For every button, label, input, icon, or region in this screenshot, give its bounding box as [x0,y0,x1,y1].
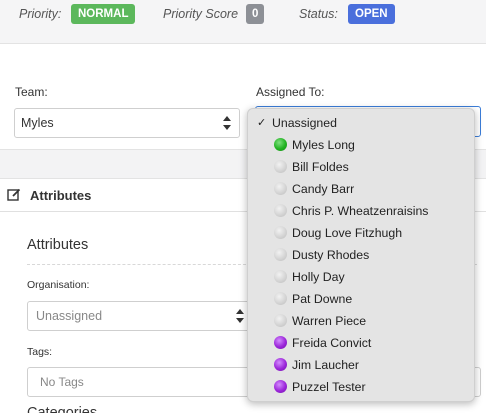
team-label: Team: [15,85,48,99]
option-user[interactable]: Bill Foldes [248,156,476,178]
option-label: Warren Piece [292,314,367,328]
option-label: Jim Laucher [292,358,359,372]
away-status-icon [274,336,287,349]
status-badge: OPEN [348,4,395,24]
organisation-select-value: Unassigned [36,309,103,323]
option-user[interactable]: Doug Love Fitzhugh [248,222,476,244]
option-label: Freida Convict [292,336,372,350]
offline-status-icon [274,248,287,261]
option-label: Puzzel Tester [292,380,366,394]
away-status-icon [274,358,287,371]
team-select[interactable]: Myles [14,108,240,138]
offline-status-icon [274,204,287,217]
offline-status-icon [274,182,287,195]
priority-score-badge: 0 [246,4,265,24]
offline-status-icon [274,314,287,327]
assigned-to-dropdown: ✓ Unassigned Myles Long Bill Foldes Cand… [247,108,475,402]
offline-status-icon [274,226,287,239]
option-label: Myles Long [292,138,355,152]
priority-score-label: Priority Score [163,7,239,21]
option-user[interactable]: Myles Long [248,134,476,156]
attributes-title: Attributes [27,237,89,253]
option-label: Bill Foldes [292,160,349,174]
checkmark-icon: ✓ [257,117,267,129]
option-label: Chris P. Wheatzenraisins [292,204,429,218]
offline-status-icon [274,292,287,305]
option-user[interactable]: Candy Barr [248,178,476,200]
priority-badge: NORMAL [71,4,136,24]
ticket-status-bar: Priority: NORMAL Priority Score 0 Status… [0,0,486,44]
categories-title: Categories [27,405,98,413]
option-user[interactable]: Puzzel Tester [248,376,476,398]
option-label: Holly Day [292,270,345,284]
priority-label: Priority: [19,7,62,21]
select-arrows-icon [235,309,245,323]
offline-status-icon [274,270,287,283]
online-status-icon [274,138,287,151]
option-user[interactable]: Dusty Rhodes [248,244,476,266]
option-label: Unassigned [272,116,337,130]
organisation-label: Organisation: [27,279,90,291]
team-select-value: Myles [21,116,54,130]
option-label: Doug Love Fitzhugh [292,226,403,240]
tags-placeholder: No Tags [40,375,84,389]
organisation-select[interactable]: Unassigned [27,301,253,331]
assigned-to-label: Assigned To: [256,85,325,99]
select-arrows-icon [222,116,232,130]
option-label: Pat Downe [292,292,353,306]
option-unassigned[interactable]: ✓ Unassigned [248,112,476,134]
option-user[interactable]: Jim Laucher [248,354,476,376]
option-user[interactable]: Freida Convict [248,332,476,354]
option-user[interactable]: Holly Day [248,266,476,288]
status-label: Status: [299,7,338,21]
option-label: Candy Barr [292,182,355,196]
option-user[interactable]: Chris P. Wheatzenraisins [248,200,476,222]
tags-label: Tags: [27,346,53,358]
offline-status-icon [274,160,287,173]
option-label: Dusty Rhodes [292,248,370,262]
option-user[interactable]: Warren Piece [248,310,476,332]
option-user[interactable]: Pat Downe [248,288,476,310]
attributes-header-title: Attributes [30,188,92,203]
edit-icon [7,188,21,201]
away-status-icon [274,380,287,393]
